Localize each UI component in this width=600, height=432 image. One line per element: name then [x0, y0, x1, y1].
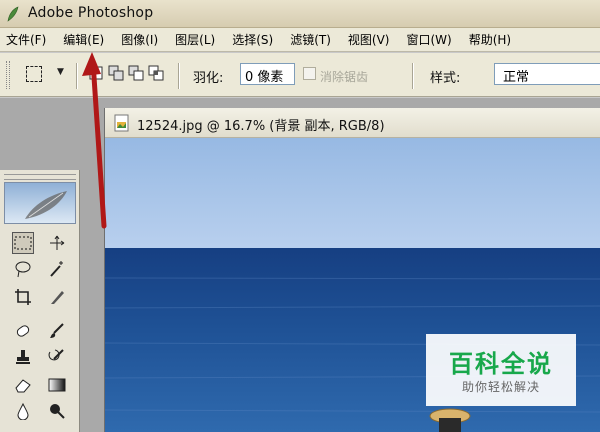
crop-icon[interactable] — [12, 286, 34, 308]
style-label: 样式: — [430, 71, 461, 86]
menu-filter[interactable]: 滤镜(T) — [290, 31, 331, 48]
watermark-badge: 百科全说 助你轻松解决 — [426, 334, 576, 406]
antialias-checkbox[interactable] — [303, 67, 316, 80]
menu-select[interactable]: 选择(S) — [232, 31, 273, 48]
new-selection-icon[interactable] — [88, 65, 104, 81]
rectangular-marquee-icon[interactable] — [12, 232, 34, 254]
watermark-title: 百科全说 — [449, 350, 553, 378]
eraser-icon[interactable] — [12, 374, 34, 396]
dodge-icon[interactable] — [46, 400, 68, 422]
menu-window[interactable]: 窗口(W) — [406, 31, 451, 48]
document-titlebar[interactable]: 12524.jpg @ 16.7% (背景 副本, RGB/8) — [105, 108, 600, 138]
magic-wand-icon[interactable] — [46, 258, 68, 280]
menu-help[interactable]: 帮助(H) — [469, 31, 511, 48]
photoshop-feather-icon — [7, 6, 19, 22]
menu-view[interactable]: 视图(V) — [348, 31, 390, 48]
menu-layer[interactable]: 图层(L) — [175, 31, 215, 48]
feather-label: 羽化: — [193, 71, 224, 86]
window-titlebar: Adobe Photoshop — [0, 0, 600, 28]
menu-image[interactable]: 图像(I) — [121, 31, 158, 48]
menu-edit[interactable]: 编辑(E) — [63, 31, 104, 48]
clone-stamp-icon[interactable] — [12, 346, 34, 368]
document-title: 12524.jpg @ 16.7% (背景 副本, RGB/8) — [137, 119, 385, 134]
watermark-subtitle: 助你轻松解决 — [461, 380, 540, 394]
divider — [178, 63, 180, 89]
healing-brush-icon[interactable] — [12, 320, 34, 342]
subtract-from-selection-icon[interactable] — [128, 65, 144, 81]
divider — [412, 63, 414, 89]
chevron-down-icon[interactable]: ▼ — [57, 67, 64, 77]
intersect-selection-icon[interactable] — [148, 65, 164, 81]
style-select[interactable]: 正常 — [494, 63, 600, 85]
options-bar: ▼ 羽化: 0 像素 消除锯齿 样式: 正常 — [0, 53, 600, 97]
photoshop-feather-icon[interactable] — [4, 182, 76, 224]
brush-icon[interactable] — [46, 320, 68, 342]
antialias-label: 消除锯齿 — [320, 70, 369, 84]
menu-bar: 文件(F) 编辑(E) 图像(I) 图层(L) 选择(S) 滤镜(T) 视图(V… — [0, 28, 600, 52]
gradient-icon[interactable] — [46, 374, 68, 396]
move-icon[interactable] — [46, 232, 68, 254]
feather-input[interactable]: 0 像素 — [240, 63, 295, 85]
jpg-file-icon — [114, 114, 129, 132]
options-bar-grip[interactable] — [6, 61, 10, 89]
menu-file[interactable]: 文件(F) — [6, 31, 46, 48]
app-title: Adobe Photoshop — [28, 5, 154, 21]
blur-icon[interactable] — [12, 400, 34, 422]
add-to-selection-icon[interactable] — [108, 65, 124, 81]
slice-icon[interactable] — [46, 286, 68, 308]
tool-preset-picker-icon[interactable] — [26, 66, 42, 82]
lasso-icon[interactable] — [12, 258, 34, 280]
toolbox — [0, 170, 80, 432]
divider — [76, 63, 78, 89]
history-brush-icon[interactable] — [46, 346, 68, 368]
toolbox-grip[interactable] — [4, 174, 76, 180]
